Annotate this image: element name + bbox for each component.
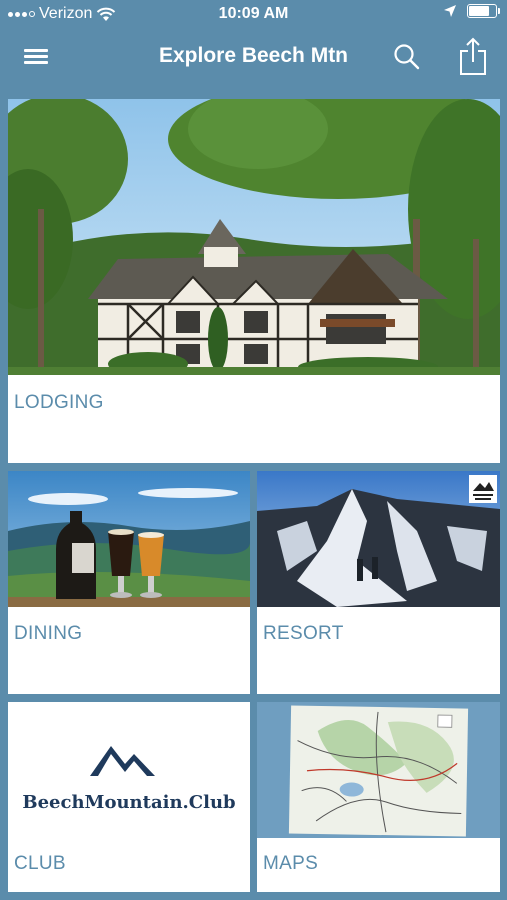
page-title: Explore Beech Mtn — [158, 44, 349, 67]
status-right — [443, 4, 500, 18]
share-icon[interactable] — [456, 36, 490, 76]
status-bar: Verizon 10:09 AM — [0, 0, 507, 28]
tile-club-label: CLUB — [14, 853, 66, 874]
tile-resort-label: RESORT — [263, 623, 344, 644]
battery-fill — [469, 6, 490, 16]
beech-mountain-club-logo: BeechMountain.Club — [22, 746, 236, 813]
status-time: 10:09 AM — [218, 5, 289, 22]
search-icon[interactable] — [392, 42, 422, 72]
tile-lodging-label: LODGING — [14, 392, 104, 413]
tile-dining[interactable]: DINING — [8, 471, 250, 694]
battery-icon — [467, 4, 500, 18]
resort-photo — [257, 471, 500, 607]
nav-bar: Explore Beech Mtn — [0, 28, 507, 90]
tile-maps[interactable]: MAPS — [257, 702, 500, 892]
tile-resort[interactable]: RESORT — [257, 471, 500, 694]
tile-dining-label: DINING — [14, 623, 83, 644]
tile-club[interactable]: BeechMountain.Club CLUB — [8, 702, 250, 892]
maps-thumbnail — [257, 702, 500, 838]
svg-text:BeechMountain.Club: BeechMountain.Club — [22, 792, 235, 813]
lodging-photo — [8, 99, 500, 375]
dining-photo — [8, 471, 250, 607]
tile-lodging[interactable]: LODGING — [8, 99, 500, 463]
location-arrow-icon — [444, 5, 456, 17]
tile-maps-label: MAPS — [263, 853, 319, 874]
